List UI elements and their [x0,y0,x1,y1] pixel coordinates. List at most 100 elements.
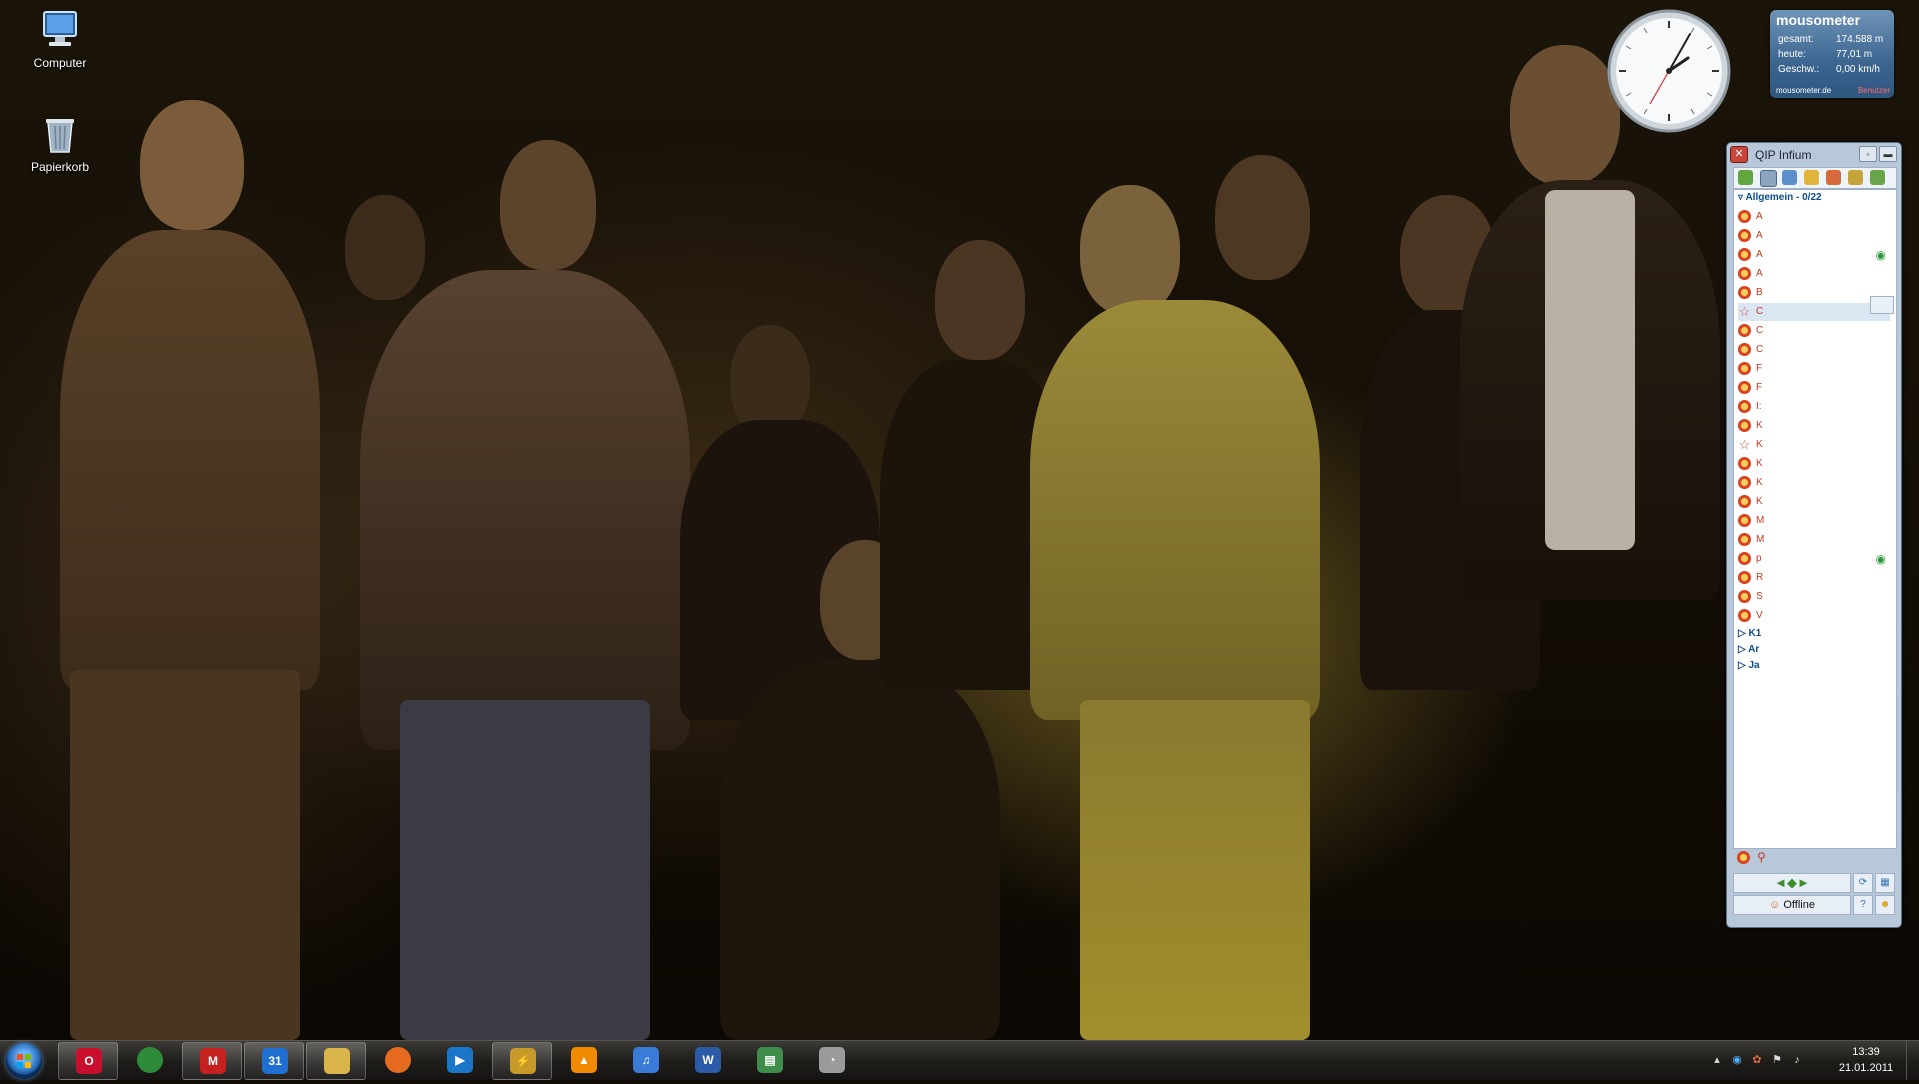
refresh-icon[interactable]: ⟳ [1853,873,1873,893]
contact-item[interactable]: K [1738,474,1890,492]
mousometer-row-today: heute: 77,01 m [1778,49,1873,60]
mousometer-gadget[interactable]: mousometer gesamt: 174.588 m heute: 77,0… [1770,10,1894,98]
minimize-button[interactable]: ▬ [1879,146,1897,162]
group-header-collapsed[interactable]: ▷ Ja [1738,660,1760,674]
contact-item[interactable]: V [1738,607,1890,625]
contact-item[interactable]: K [1738,417,1890,435]
search-icon[interactable]: ⚲ [1757,851,1766,864]
tray-expand-icon[interactable]: ▴ [1710,1053,1724,1067]
qip-infium-window[interactable]: ✕ QIP Infium ▫ ▬ ▿ Allgemein - 0/22 A A A ◉… [1726,142,1902,928]
desktop-icon-computer[interactable]: Computer [20,8,100,70]
status-flower-icon[interactable] [1737,851,1750,864]
visibility-eye-icon[interactable]: ◉ [1876,248,1886,262]
status-selector[interactable]: ☺ Offline [1733,895,1851,915]
contact-name: R [1756,572,1764,583]
qip-navigation-bar[interactable]: ◄◆► [1733,873,1851,893]
visibility-eye-icon[interactable]: ◉ [1876,552,1886,566]
taskbar-app-firefox[interactable] [368,1042,426,1078]
taskbar-app-word[interactable]: W [678,1042,736,1078]
calendar-icon: 31 [262,1048,288,1074]
taskbar-app-explorer[interactable] [306,1042,366,1080]
contact-name: A [1756,249,1763,260]
volume-icon[interactable]: ♪ [1790,1053,1804,1067]
contact-item[interactable]: K [1738,455,1890,473]
contact-status-icon [1738,343,1751,356]
contact-item[interactable]: A ◉ [1738,246,1890,264]
folder-icon [324,1048,350,1074]
maximize-button[interactable]: ▫ [1859,146,1877,162]
calendar-icon[interactable] [1826,170,1841,185]
mousometer-user-link[interactable]: Benutzer [1858,86,1890,95]
contact-item[interactable]: F [1738,360,1890,378]
contact-name: K [1756,439,1763,450]
gauge-icon: ◔ [819,1047,845,1073]
contact-status-icon [1738,400,1751,413]
taskbar-app-gmail[interactable]: M [182,1042,242,1080]
group-header-collapsed[interactable]: ▷ Ar [1738,644,1759,658]
contact-item[interactable]: ☆ K [1738,436,1890,454]
analog-clock-face [1607,9,1731,133]
media-player-icon: ▶ [447,1047,473,1073]
contact-item[interactable]: A [1738,227,1890,245]
mousometer-row-speed: Geschw.: 0,00 km/h [1778,64,1880,75]
taskbar-app-monitor[interactable]: ▤ [740,1042,798,1078]
contact-star-icon: ☆ [1738,437,1751,452]
gmail-icon: M [200,1048,226,1074]
contact-item[interactable]: K [1738,493,1890,511]
taskbar-clock[interactable]: 13:39 21.01.2011 [1832,1044,1900,1078]
qip-titlebar[interactable]: ✕ QIP Infium ▫ ▬ [1727,143,1901,165]
show-desktop-button[interactable] [1906,1041,1919,1080]
contact-item[interactable]: A [1738,208,1890,226]
contact-item[interactable]: S [1738,588,1890,606]
taskbar-app-chrome[interactable] [120,1042,178,1078]
contact-item[interactable]: A [1738,265,1890,283]
contact-item[interactable]: C [1738,322,1890,340]
contact-name: S [1756,591,1763,602]
add-contact-icon[interactable] [1870,170,1885,185]
flag-icon[interactable]: ⚑ [1770,1053,1784,1067]
close-icon[interactable]: ✕ [1730,146,1748,163]
taskbar-app-winamp[interactable]: ⚡ [492,1042,552,1080]
taskbar-app-itunes[interactable]: ♫ [616,1042,674,1078]
folder-icon[interactable] [1804,170,1819,185]
scrollbar-thumb[interactable] [1870,296,1894,314]
taskbar-time: 13:39 [1852,1046,1880,1058]
chevron-right-icon: ▷ [1738,660,1749,671]
contact-name: M [1756,515,1765,526]
contact-item[interactable]: p ◉ [1738,550,1890,568]
desktop-icon-recycle-bin[interactable]: Papierkorb [20,112,100,174]
contact-item[interactable]: B [1738,284,1890,302]
mousometer-site-link[interactable]: mousometer.de [1776,86,1831,95]
contact-item[interactable]: M [1738,531,1890,549]
network-icon[interactable]: ◉ [1730,1053,1744,1067]
contact-item[interactable]: ☆ C [1738,303,1890,321]
taskbar-app-vlc[interactable]: ▲ [554,1042,612,1078]
taskbar-app-media-player[interactable]: ▶ [430,1042,488,1078]
group-header-allgemein[interactable]: ▿ Allgemein - 0/22 [1738,192,1822,206]
contact-list[interactable]: ▿ Allgemein - 0/22 A A A ◉ A B ☆ C C C F F I: K ☆ K K K K M… [1733,189,1897,849]
clock-gadget[interactable] [1606,8,1732,134]
taskbar-app-opera[interactable]: O [58,1042,118,1080]
taskbar-app-calendar[interactable]: 31 [244,1042,304,1080]
qip-tray-icon[interactable]: ✿ [1750,1053,1764,1067]
contact-item[interactable]: C [1738,341,1890,359]
user-icon[interactable]: ☻ [1875,895,1895,915]
contact-item[interactable]: I: [1738,398,1890,416]
start-button[interactable] [6,1043,42,1079]
firefox-icon [385,1047,411,1073]
contact-item[interactable]: R [1738,569,1890,587]
contact-item[interactable]: F [1738,379,1890,397]
group-header-collapsed[interactable]: ▷ K1 [1738,628,1761,642]
contact-item[interactable]: M [1738,512,1890,530]
grid-icon[interactable]: ▦ [1875,873,1895,893]
tools-icon[interactable] [1848,170,1863,185]
contact-status-icon [1738,362,1751,375]
history-icon[interactable] [1760,170,1777,187]
contact-name: F [1756,363,1763,374]
chevron-right-icon: ▷ [1738,628,1749,639]
contacts-icon[interactable] [1738,170,1753,185]
sound-icon[interactable] [1782,170,1797,185]
help-icon[interactable]: ? [1853,895,1873,915]
contact-status-icon [1738,248,1751,261]
taskbar-app-speedometer[interactable]: ◔ [802,1042,860,1078]
